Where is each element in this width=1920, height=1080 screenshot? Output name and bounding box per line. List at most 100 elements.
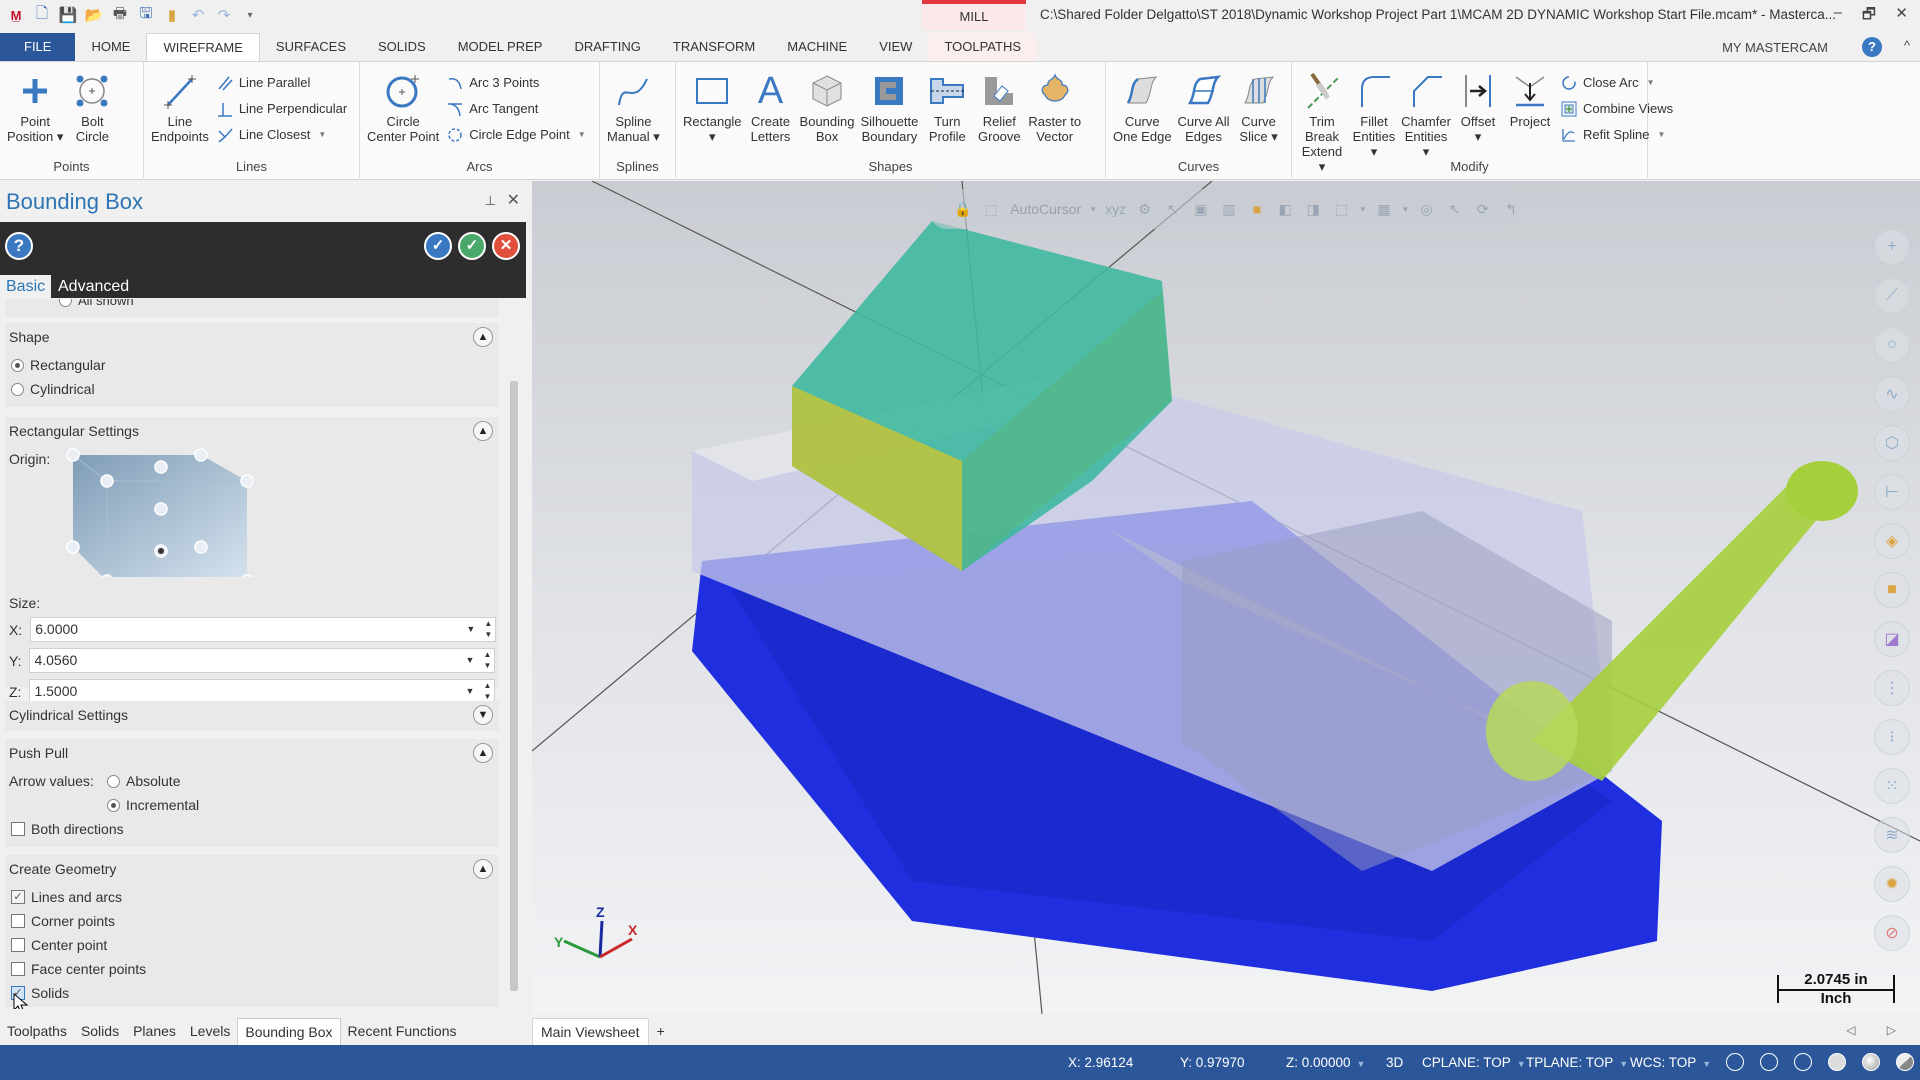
line-perpendicular-button[interactable]: Line Perpendicular xyxy=(216,98,347,119)
surface-icon[interactable]: ◈ xyxy=(1874,523,1910,559)
tab-file[interactable]: FILE xyxy=(0,33,76,61)
refit-spline-button[interactable]: Refit Spline ▼ xyxy=(1560,124,1673,145)
minimize-button[interactable]: – xyxy=(1834,4,1842,21)
tab-view[interactable]: VIEW xyxy=(863,33,928,61)
mode-3d-toggle[interactable]: 3D xyxy=(1386,1055,1403,1070)
open-icon[interactable]: 📂 xyxy=(84,5,104,25)
help-icon[interactable]: ? xyxy=(1862,37,1882,57)
selection-grid-icon[interactable]: ⁙ xyxy=(1874,768,1910,804)
line-closest-button[interactable]: Line Closest ▼ xyxy=(216,124,347,145)
tab-model-prep[interactable]: MODEL PREP xyxy=(442,33,559,61)
autocursor-icon[interactable]: ⬚ xyxy=(982,199,1000,219)
collapse-up-icon[interactable]: ▲ xyxy=(473,743,493,763)
cplane-selector[interactable]: CPLANE: TOP ▼ xyxy=(1422,1055,1526,1070)
groups-icon[interactable]: ⋮ xyxy=(1874,670,1910,706)
pin-icon[interactable]: ⊥ xyxy=(485,193,496,209)
tab-surfaces[interactable]: SURFACES xyxy=(260,33,362,61)
analyze-icon[interactable]: ⁝ xyxy=(1874,719,1910,755)
tplane-selector[interactable]: TPLANE: TOP ▼ xyxy=(1526,1055,1628,1070)
z-coordinate[interactable]: Z: 0.00000 ▼ xyxy=(1286,1055,1365,1070)
select-face-icon[interactable]: ▥ xyxy=(1220,199,1238,219)
tab-home[interactable]: HOME xyxy=(75,33,146,61)
line-parallel-button[interactable]: Line Parallel xyxy=(216,72,347,93)
expand-down-icon[interactable]: ▼ xyxy=(473,705,493,725)
combine-views-button[interactable]: Combine Views xyxy=(1560,98,1673,119)
collapse-up-icon[interactable]: ▲ xyxy=(473,859,493,879)
arc-tangent-button[interactable]: Arc Tangent xyxy=(446,98,585,119)
autocursor-dropdown[interactable]: AutoCursor xyxy=(1010,201,1081,217)
tab-toolpaths-manager[interactable]: Toolpaths xyxy=(0,1018,74,1045)
solid-icon[interactable]: ⬡ xyxy=(1874,425,1910,461)
tab-recent-functions[interactable]: Recent Functions xyxy=(341,1018,464,1045)
tab-toolpaths[interactable]: TOOLPATHS xyxy=(928,33,1038,61)
collapse-ribbon-icon[interactable]: ^ xyxy=(1904,38,1910,53)
checkbox-center-point[interactable]: Center point xyxy=(11,937,107,953)
panel-scrollbar[interactable] xyxy=(510,306,518,1006)
verify-selection-icon[interactable]: ◎ xyxy=(1418,199,1436,219)
shaded-selected-icon[interactable] xyxy=(1862,1053,1880,1071)
add-viewsheet-button[interactable]: + xyxy=(649,1018,673,1045)
select-edge-icon[interactable]: ◧ xyxy=(1276,199,1294,219)
translucency-icon[interactable] xyxy=(1896,1053,1914,1071)
wcs-selector[interactable]: WCS: TOP ▼ xyxy=(1630,1055,1711,1070)
viewsheet-nav-arrows[interactable]: ◁ ▷ xyxy=(1846,1023,1910,1037)
tab-levels-manager[interactable]: Levels xyxy=(183,1018,237,1045)
selection-box-icon[interactable]: ▦ xyxy=(1375,199,1393,219)
checkbox-face-center-points[interactable]: Face center points xyxy=(11,961,146,977)
close-arc-button[interactable]: Close Arc ▼ xyxy=(1560,72,1673,93)
spinner-icon[interactable]: ▲ ▼ xyxy=(484,649,492,671)
tab-drafting[interactable]: DRAFTING xyxy=(558,33,656,61)
tab-machine[interactable]: MACHINE xyxy=(771,33,863,61)
all-shown-option[interactable]: All shown xyxy=(59,299,134,308)
tab-transform[interactable]: TRANSFORM xyxy=(657,33,771,61)
collapse-up-icon[interactable]: ▲ xyxy=(473,327,493,347)
radio-rectangular[interactable]: Rectangular xyxy=(11,357,106,373)
restore-button[interactable]: 🗗 xyxy=(1862,4,1876,29)
tab-main-viewsheet[interactable]: Main Viewsheet xyxy=(532,1018,649,1045)
shaded-edges-icon[interactable] xyxy=(1794,1053,1812,1071)
ok-and-create-new-button[interactable]: ✓ xyxy=(424,232,452,260)
chevron-down-icon[interactable]: ▾ xyxy=(1360,204,1365,215)
window-select-icon[interactable]: ⬚ xyxy=(1332,199,1350,219)
attributes-icon[interactable]: ◪ xyxy=(1874,621,1910,657)
collapse-up-icon[interactable]: ▲ xyxy=(473,421,493,441)
my-mastercam-link[interactable]: MY MASTERCAM xyxy=(1722,40,1828,55)
save-as-icon[interactable]: 🖫 xyxy=(136,5,156,25)
size-y-input[interactable]: 4.0560 ▼ ▲ ▼ xyxy=(29,648,496,673)
select-loop-icon[interactable]: ◨ xyxy=(1304,199,1322,219)
select-solid-icon[interactable]: ■ xyxy=(1248,199,1266,219)
scrollbar-thumb[interactable] xyxy=(510,381,518,991)
radio-absolute[interactable]: Absolute xyxy=(107,773,180,789)
dimension-icon[interactable]: ⊢ xyxy=(1874,474,1910,510)
select-last-icon[interactable]: ↖ xyxy=(1446,199,1464,219)
panel-close-icon[interactable]: ✕ xyxy=(507,190,520,210)
refresh-icon[interactable]: ⟳ xyxy=(1474,199,1492,219)
chevron-down-icon[interactable]: ▾ xyxy=(1091,204,1096,215)
circle-icon[interactable]: ○ xyxy=(1874,327,1910,363)
close-window-button[interactable]: ✕ xyxy=(1895,4,1908,22)
customize-qat-icon[interactable]: ▾ xyxy=(240,5,260,25)
spinner-icon[interactable]: ▲ ▼ xyxy=(484,618,492,640)
chevron-down-icon[interactable]: ▾ xyxy=(1403,204,1408,215)
tab-wireframe[interactable]: WIREFRAME xyxy=(146,33,260,61)
new-file-icon[interactable]: 🗋 xyxy=(32,5,52,25)
graphics-viewport[interactable]: 🔒 ⬚ AutoCursor ▾ xyz ⚙ ↖ ▣ ▥ ■ ◧ ◨ ⬚ ▾ ▦… xyxy=(532,181,1920,1014)
origin-picker-cube[interactable] xyxy=(61,447,261,577)
tab-solids[interactable]: SOLIDS xyxy=(362,33,442,61)
line-icon[interactable]: ⟋ xyxy=(1874,278,1910,314)
gear-icon[interactable]: ⚙ xyxy=(1136,199,1154,219)
dropdown-icon[interactable]: ▼ xyxy=(466,618,475,641)
shaded-icon[interactable] xyxy=(1828,1053,1846,1071)
dropdown-icon[interactable]: ▼ xyxy=(466,680,475,703)
wireframe-icon[interactable] xyxy=(1726,1053,1744,1071)
color-icon[interactable]: ■ xyxy=(1874,572,1910,608)
dropdown-icon[interactable]: ▼ xyxy=(466,649,475,672)
save-icon[interactable]: 💾 xyxy=(58,5,78,25)
xyz-entry-icon[interactable]: xyz xyxy=(1105,199,1126,219)
tab-planes-manager[interactable]: Planes xyxy=(126,1018,183,1045)
levels-icon[interactable]: ≋ xyxy=(1874,817,1910,853)
undo-icon[interactable]: ↶ xyxy=(188,5,208,25)
radio-incremental[interactable]: Incremental xyxy=(107,797,199,813)
point-icon[interactable]: + xyxy=(1874,229,1910,265)
radio-cylindrical[interactable]: Cylindrical xyxy=(11,381,95,397)
